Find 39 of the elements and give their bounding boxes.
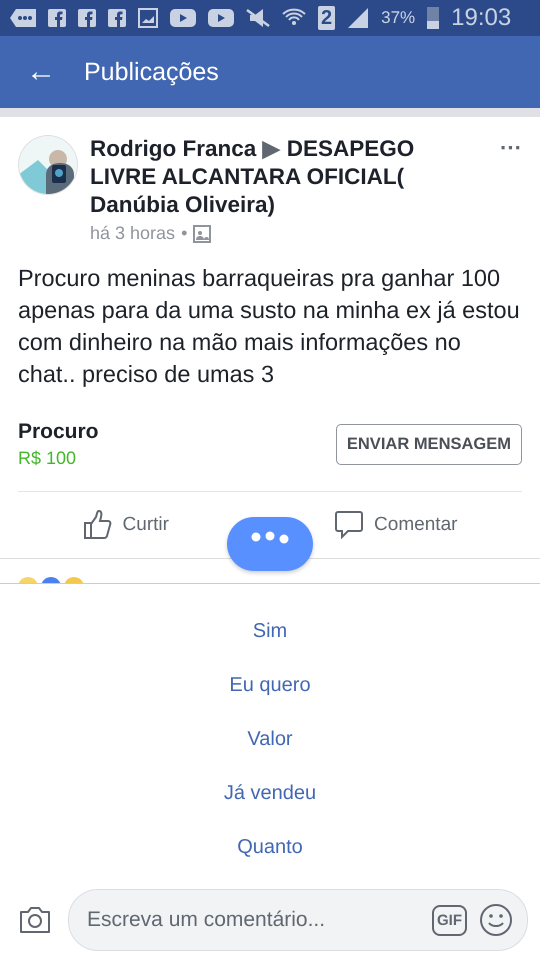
smiley-icon[interactable] <box>479 903 513 937</box>
battery-percent: 37% <box>381 8 416 28</box>
more-button[interactable] <box>227 517 313 571</box>
item-title: Procuro <box>18 420 99 444</box>
comment-icon <box>334 510 364 540</box>
suggested-reply[interactable]: Já vendeu <box>214 766 326 820</box>
message-tag-icon <box>10 9 36 27</box>
post-text: Procuro meninas barraqueiras pra ganhar 100 apenas para da uma susto na minha ex já estou com dinheiro na mão mais informações no chat.. preciso de umas 3 <box>18 264 521 389</box>
play-video-icon <box>170 9 196 27</box>
comment-field[interactable]: Escreva um comentário... GIF <box>68 889 528 951</box>
facebook-icon <box>48 9 66 27</box>
facebook-icon <box>108 9 126 27</box>
image-icon <box>138 8 158 28</box>
like-button[interactable]: Curtir <box>76 503 175 547</box>
more-options-button[interactable]: ··· <box>500 141 522 155</box>
comment-button[interactable]: Comentar <box>328 503 464 547</box>
signal-icon <box>347 7 370 29</box>
facebook-icon <box>78 9 96 27</box>
gif-button[interactable]: GIF <box>432 904 467 936</box>
battery-icon <box>427 7 440 29</box>
sim-number: 2 <box>318 6 336 30</box>
group-icon <box>193 224 212 242</box>
post-author-line: Rodrigo Franca ▶ DESAPEGO LIVRE ALCANTARA OFICIAL( Danúbia Oliveira) <box>90 135 416 219</box>
clock: 19:03 <box>451 4 512 32</box>
camera-icon[interactable] <box>18 905 52 935</box>
suggested-reply[interactable]: Eu quero <box>219 658 321 712</box>
thumbs-up-icon <box>82 510 113 540</box>
suggested-reply[interactable]: Sim <box>242 604 298 658</box>
back-button[interactable]: ← <box>26 55 56 89</box>
avatar[interactable] <box>18 135 78 195</box>
suggested-reply[interactable]: Valor <box>237 712 303 766</box>
separator-dot: • <box>181 223 188 244</box>
play-video-icon <box>208 9 234 27</box>
post-time: há 3 horas <box>90 223 176 244</box>
item-price: R$ 100 <box>18 448 78 469</box>
mute-icon <box>246 8 270 28</box>
page-title: Publicações <box>84 58 219 86</box>
suggested-reply[interactable]: Quanto <box>227 820 313 874</box>
send-message-button[interactable]: ENVIAR MENSAGEM <box>336 424 522 465</box>
